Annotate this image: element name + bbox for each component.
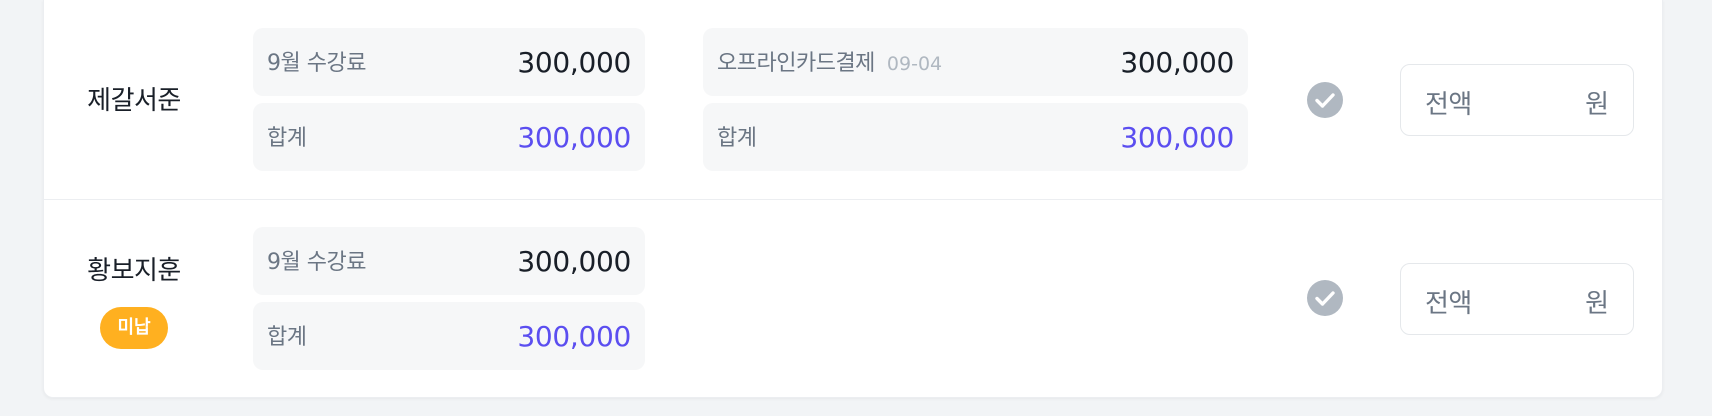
student-name: 황보지훈 — [87, 256, 181, 286]
fee-item: 9월 수강료 300,000 — [253, 227, 645, 295]
payment-date: 09-04 — [886, 53, 943, 75]
payment-total-label: 합계 — [717, 126, 757, 151]
payment-method: 오프라인카드결제 — [717, 51, 875, 76]
fee-label: 9월 수강료 — [267, 51, 366, 76]
payment-amount: 300,000 — [1120, 46, 1234, 79]
payment-total-amount: 300,000 — [1120, 121, 1234, 154]
amount-placeholder: 전액 — [1425, 289, 1472, 319]
fee-total-amount: 300,000 — [517, 121, 631, 154]
fee-item: 9월 수강료 300,000 — [253, 28, 645, 96]
check-circle-icon[interactable] — [1307, 280, 1343, 316]
currency-unit: 원 — [1585, 90, 1609, 120]
fee-total-label: 합계 — [267, 325, 307, 350]
student-row: 제갈서준 9월 수강료 300,000 합계 300,000 오프라인카드결제 0… — [44, 0, 1662, 200]
fee-label: 9월 수강료 — [267, 250, 366, 275]
amount-placeholder: 전액 — [1425, 90, 1472, 120]
payment-amount-input[interactable]: 전액 원 — [1400, 263, 1634, 335]
student-row: 황보지훈 미납 9월 수강료 300,000 합계 300,000 전액 원 — [44, 200, 1662, 399]
payment-item: 오프라인카드결제 09-04 300,000 — [703, 28, 1248, 96]
unpaid-badge: 미납 — [100, 307, 168, 349]
fee-total-amount: 300,000 — [517, 320, 631, 353]
fee-total: 합계 300,000 — [253, 103, 645, 171]
payment-total: 합계 300,000 — [703, 103, 1248, 171]
fee-total-label: 합계 — [267, 126, 307, 151]
student-name: 제갈서준 — [87, 86, 181, 116]
fee-total: 합계 300,000 — [253, 302, 645, 370]
check-circle-icon[interactable] — [1307, 82, 1343, 118]
currency-unit: 원 — [1585, 289, 1609, 319]
fee-amount: 300,000 — [517, 46, 631, 79]
fee-amount: 300,000 — [517, 245, 631, 278]
payment-amount-input[interactable]: 전액 원 — [1400, 64, 1634, 136]
tuition-card: 제갈서준 9월 수강료 300,000 합계 300,000 오프라인카드결제 0… — [43, 0, 1663, 398]
